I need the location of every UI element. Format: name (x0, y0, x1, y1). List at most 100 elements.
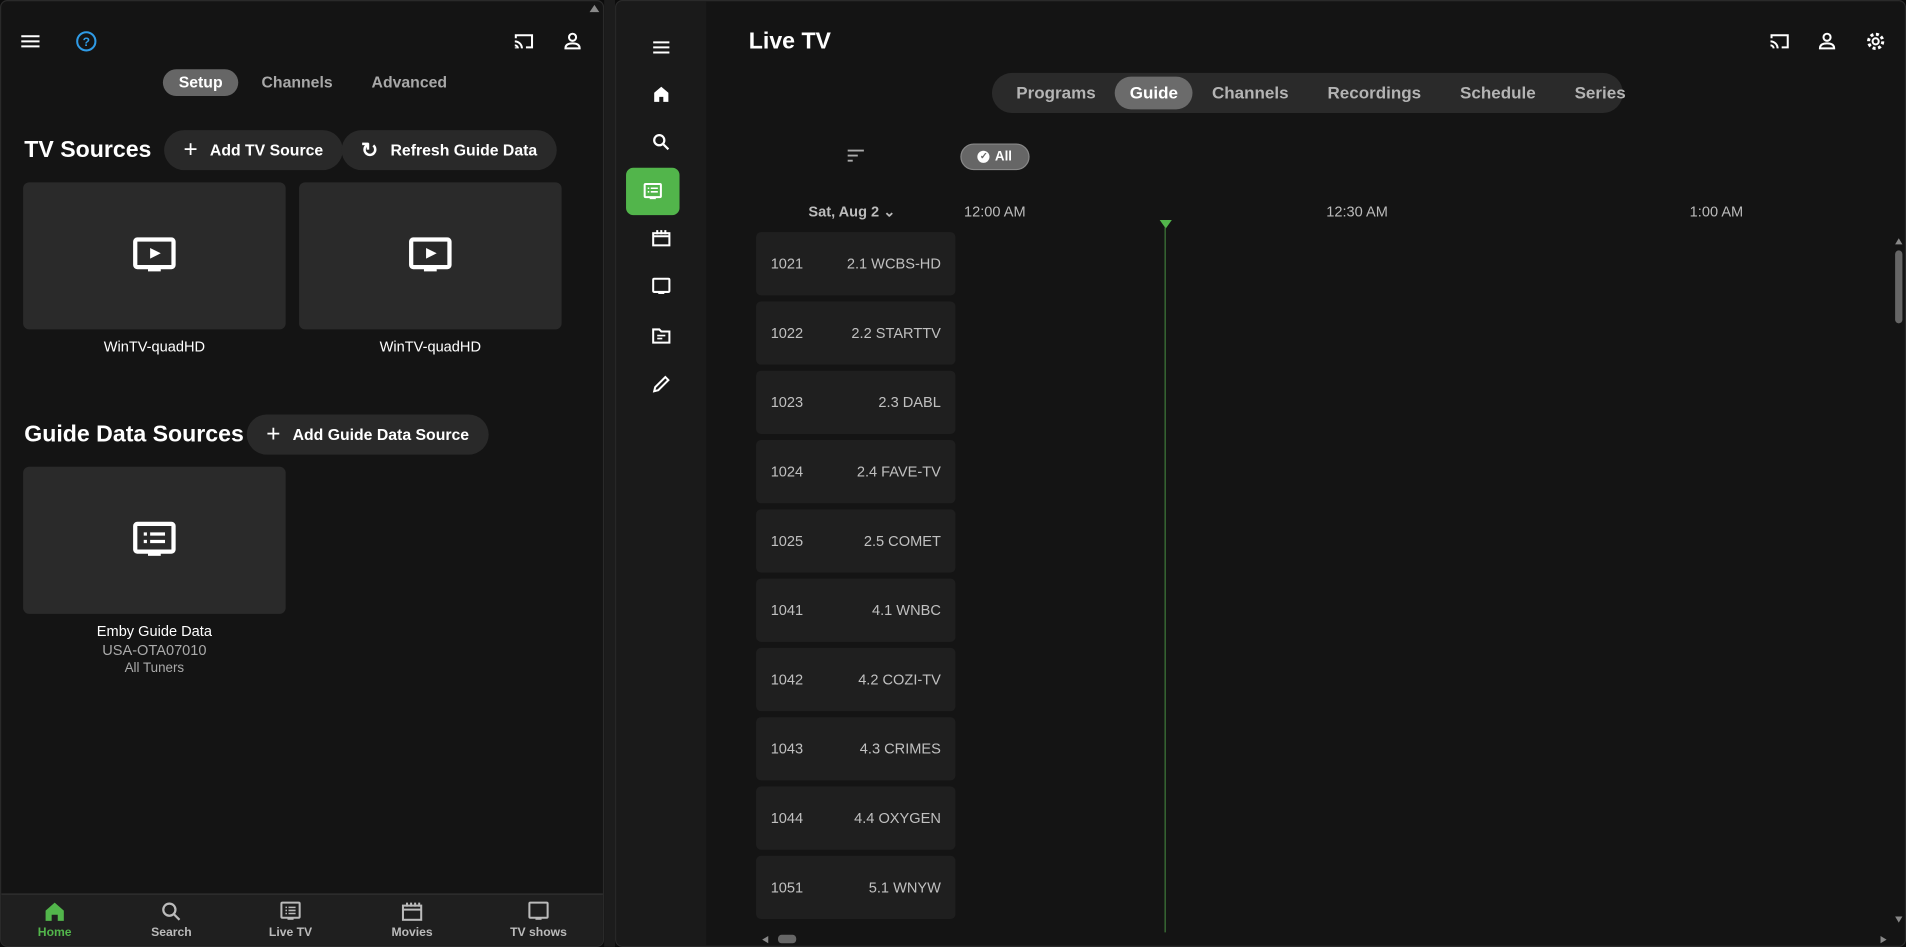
tab-advanced[interactable]: Advanced (356, 69, 463, 96)
channel-name: 2.3 DABL (878, 393, 941, 411)
settings-icon[interactable] (1864, 29, 1888, 53)
bottom-nav: Home Search Live TV Movies TV shows (1, 893, 603, 946)
nav-live-tv[interactable]: Live TV (242, 900, 339, 940)
vertical-scrollbar[interactable] (1895, 250, 1903, 324)
channel-row[interactable]: 1041 4.1 WNBC (756, 578, 956, 642)
channel-name: 4.4 OXYGEN (854, 809, 941, 827)
panel-divider[interactable] (604, 0, 616, 947)
channel-row[interactable]: 1025 2.5 COMET (756, 509, 956, 573)
cast-icon[interactable] (512, 29, 536, 53)
plus-icon: + (183, 136, 198, 163)
channel-number: 1025 (770, 532, 804, 550)
cast-icon[interactable] (1767, 29, 1791, 53)
movies-icon[interactable] (649, 226, 673, 250)
channel-row[interactable]: 1043 4.3 CRIMES (756, 717, 956, 781)
horizontal-scrollbar[interactable] (777, 934, 797, 944)
search-icon[interactable] (649, 130, 673, 154)
channel-row[interactable]: 1024 2.4 FAVE-TV (756, 440, 956, 504)
sort-icon[interactable] (844, 143, 868, 167)
nav-home[interactable]: Home (6, 900, 103, 940)
live-tv-tabs: Programs Guide Channels Recordings Sched… (991, 72, 1626, 114)
tab-channels[interactable]: Channels (246, 69, 349, 96)
channel-number: 1044 (770, 809, 804, 827)
guide-source-card[interactable] (23, 466, 286, 614)
channel-number: 1051 (770, 878, 804, 896)
tab-series[interactable]: Series (1555, 77, 1645, 110)
tv-source-label: WinTV-quadHD (103, 337, 206, 355)
help-icon[interactable]: ? (74, 29, 98, 53)
tv-source-card[interactable] (23, 182, 286, 330)
home-icon[interactable] (649, 83, 673, 107)
sidebar (616, 1, 707, 946)
settings-panel: ? Setup Channels Advanced TV Sources + Ad… (0, 0, 605, 947)
menu-icon[interactable] (18, 29, 42, 53)
channel-row[interactable]: 1051 5.1 WNYW (756, 855, 956, 919)
channel-row[interactable]: 1022 2.2 STARTTV (756, 301, 956, 365)
nav-search[interactable]: Search (123, 900, 220, 940)
tv-source-card[interactable] (299, 182, 562, 330)
time-label: 12:30 AM (1326, 203, 1388, 221)
sidebar-item-live-tv[interactable] (626, 167, 680, 216)
nav-movies[interactable]: Movies (363, 900, 460, 940)
guide-source-label: Emby Guide Data (96, 622, 212, 640)
channel-row[interactable]: 1023 2.3 DABL (756, 370, 956, 434)
tab-channels[interactable]: Channels (1193, 77, 1309, 110)
filter-all-chip[interactable]: ✓ All (960, 143, 1030, 171)
page-title: Live TV (748, 29, 831, 55)
tab-guide[interactable]: Guide (1115, 76, 1193, 110)
guide-data-sources-heading: Guide Data Sources (24, 421, 244, 448)
folder-icon[interactable] (649, 323, 673, 347)
channel-name: 2.1 WCBS-HD (846, 255, 941, 273)
edit-icon[interactable] (649, 372, 673, 396)
tab-programs[interactable]: Programs (997, 77, 1115, 110)
user-icon[interactable] (1815, 29, 1839, 53)
tv-source-label: WinTV-quadHD (379, 337, 481, 355)
user-icon[interactable] (560, 29, 584, 53)
scroll-left-arrow[interactable] (762, 936, 769, 944)
tuner-icon (409, 236, 452, 271)
guide-source-lineup: USA-OTA07010 (102, 641, 207, 659)
channel-number: 1021 (770, 255, 804, 273)
refresh-guide-data-label: Refresh Guide Data (390, 141, 538, 160)
tab-schedule[interactable]: Schedule (1441, 77, 1556, 110)
tab-recordings[interactable]: Recordings (1308, 77, 1441, 110)
nav-tv-shows[interactable]: TV shows (490, 900, 587, 940)
channel-number: 1043 (770, 740, 804, 758)
current-time-line (1164, 227, 1166, 933)
channel-number: 1023 (770, 393, 804, 411)
date-selector[interactable]: Sat, Aug 2 ⌄ (808, 203, 895, 220)
add-tv-source-button[interactable]: + Add TV Source (164, 130, 343, 171)
channel-row[interactable]: 1044 4.4 OXYGEN (756, 786, 956, 850)
search-icon (162, 902, 181, 921)
channel-number: 1042 (770, 671, 804, 689)
scroll-right-arrow[interactable] (1880, 936, 1887, 944)
scroll-up-arrow[interactable] (1895, 238, 1903, 245)
guide-icon (133, 521, 176, 556)
add-guide-data-source-button[interactable]: + Add Guide Data Source (246, 414, 489, 455)
plus-icon: + (266, 420, 281, 448)
channel-name: 4.1 WNBC (871, 601, 941, 619)
channel-number: 1041 (770, 601, 804, 619)
channel-name: 4.2 COZI-TV (858, 671, 941, 689)
tab-setup[interactable]: Setup (162, 69, 239, 97)
scroll-down-arrow[interactable] (1895, 916, 1903, 923)
time-label: 1:00 AM (1689, 203, 1744, 221)
guide-source-tuners: All Tuners (124, 661, 185, 676)
refresh-guide-data-button[interactable]: ↻ Refresh Guide Data (341, 130, 557, 171)
check-icon: ✓ (977, 150, 991, 163)
channel-name: 5.1 WNYW (868, 878, 941, 896)
scroll-up-arrow[interactable] (589, 4, 600, 13)
menu-icon[interactable] (649, 35, 673, 59)
channel-name: 2.4 FAVE-TV (856, 463, 941, 481)
channel-row[interactable]: 1042 4.2 COZI-TV (756, 647, 956, 712)
channel-number: 1022 (770, 324, 804, 342)
refresh-icon: ↻ (361, 137, 379, 162)
tuner-icon (133, 236, 176, 271)
live-tv-panel: Live TV Programs Guide Channels Recordin… (615, 0, 1906, 947)
tv-icon[interactable] (649, 275, 673, 299)
channel-row[interactable]: 1021 2.1 WCBS-HD (756, 232, 956, 296)
home-icon (45, 902, 64, 921)
movies-icon (401, 902, 423, 921)
svg-text:?: ? (83, 35, 90, 49)
tv-sources-heading: TV Sources (24, 137, 152, 163)
